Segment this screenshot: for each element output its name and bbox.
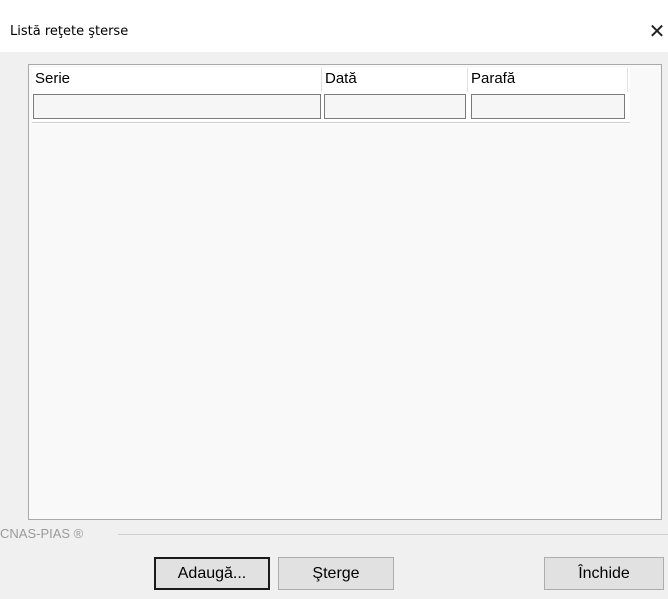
brand-divider	[118, 534, 668, 535]
column-header-data[interactable]: Dată	[322, 68, 468, 92]
brand-label: CNAS-PIAS ®	[0, 526, 84, 541]
table-divider	[32, 122, 630, 123]
close-icon[interactable]: ✕	[646, 16, 668, 46]
column-header-parafa[interactable]: Parafă	[468, 68, 628, 92]
filter-input-parafa[interactable]	[471, 94, 625, 119]
close-button[interactable]: Închide	[544, 557, 664, 590]
window-title: Listă reţete şterse	[10, 24, 129, 39]
filter-input-data[interactable]	[324, 94, 466, 119]
delete-button[interactable]: Şterge	[278, 557, 394, 590]
deleted-prescriptions-list[interactable]	[28, 64, 662, 520]
title-bar: Listă reţete şterse ✕	[0, 0, 668, 52]
column-header-serie[interactable]: Serie	[32, 68, 322, 92]
filter-input-serie[interactable]	[33, 94, 321, 119]
add-button[interactable]: Adaugă...	[154, 557, 270, 590]
